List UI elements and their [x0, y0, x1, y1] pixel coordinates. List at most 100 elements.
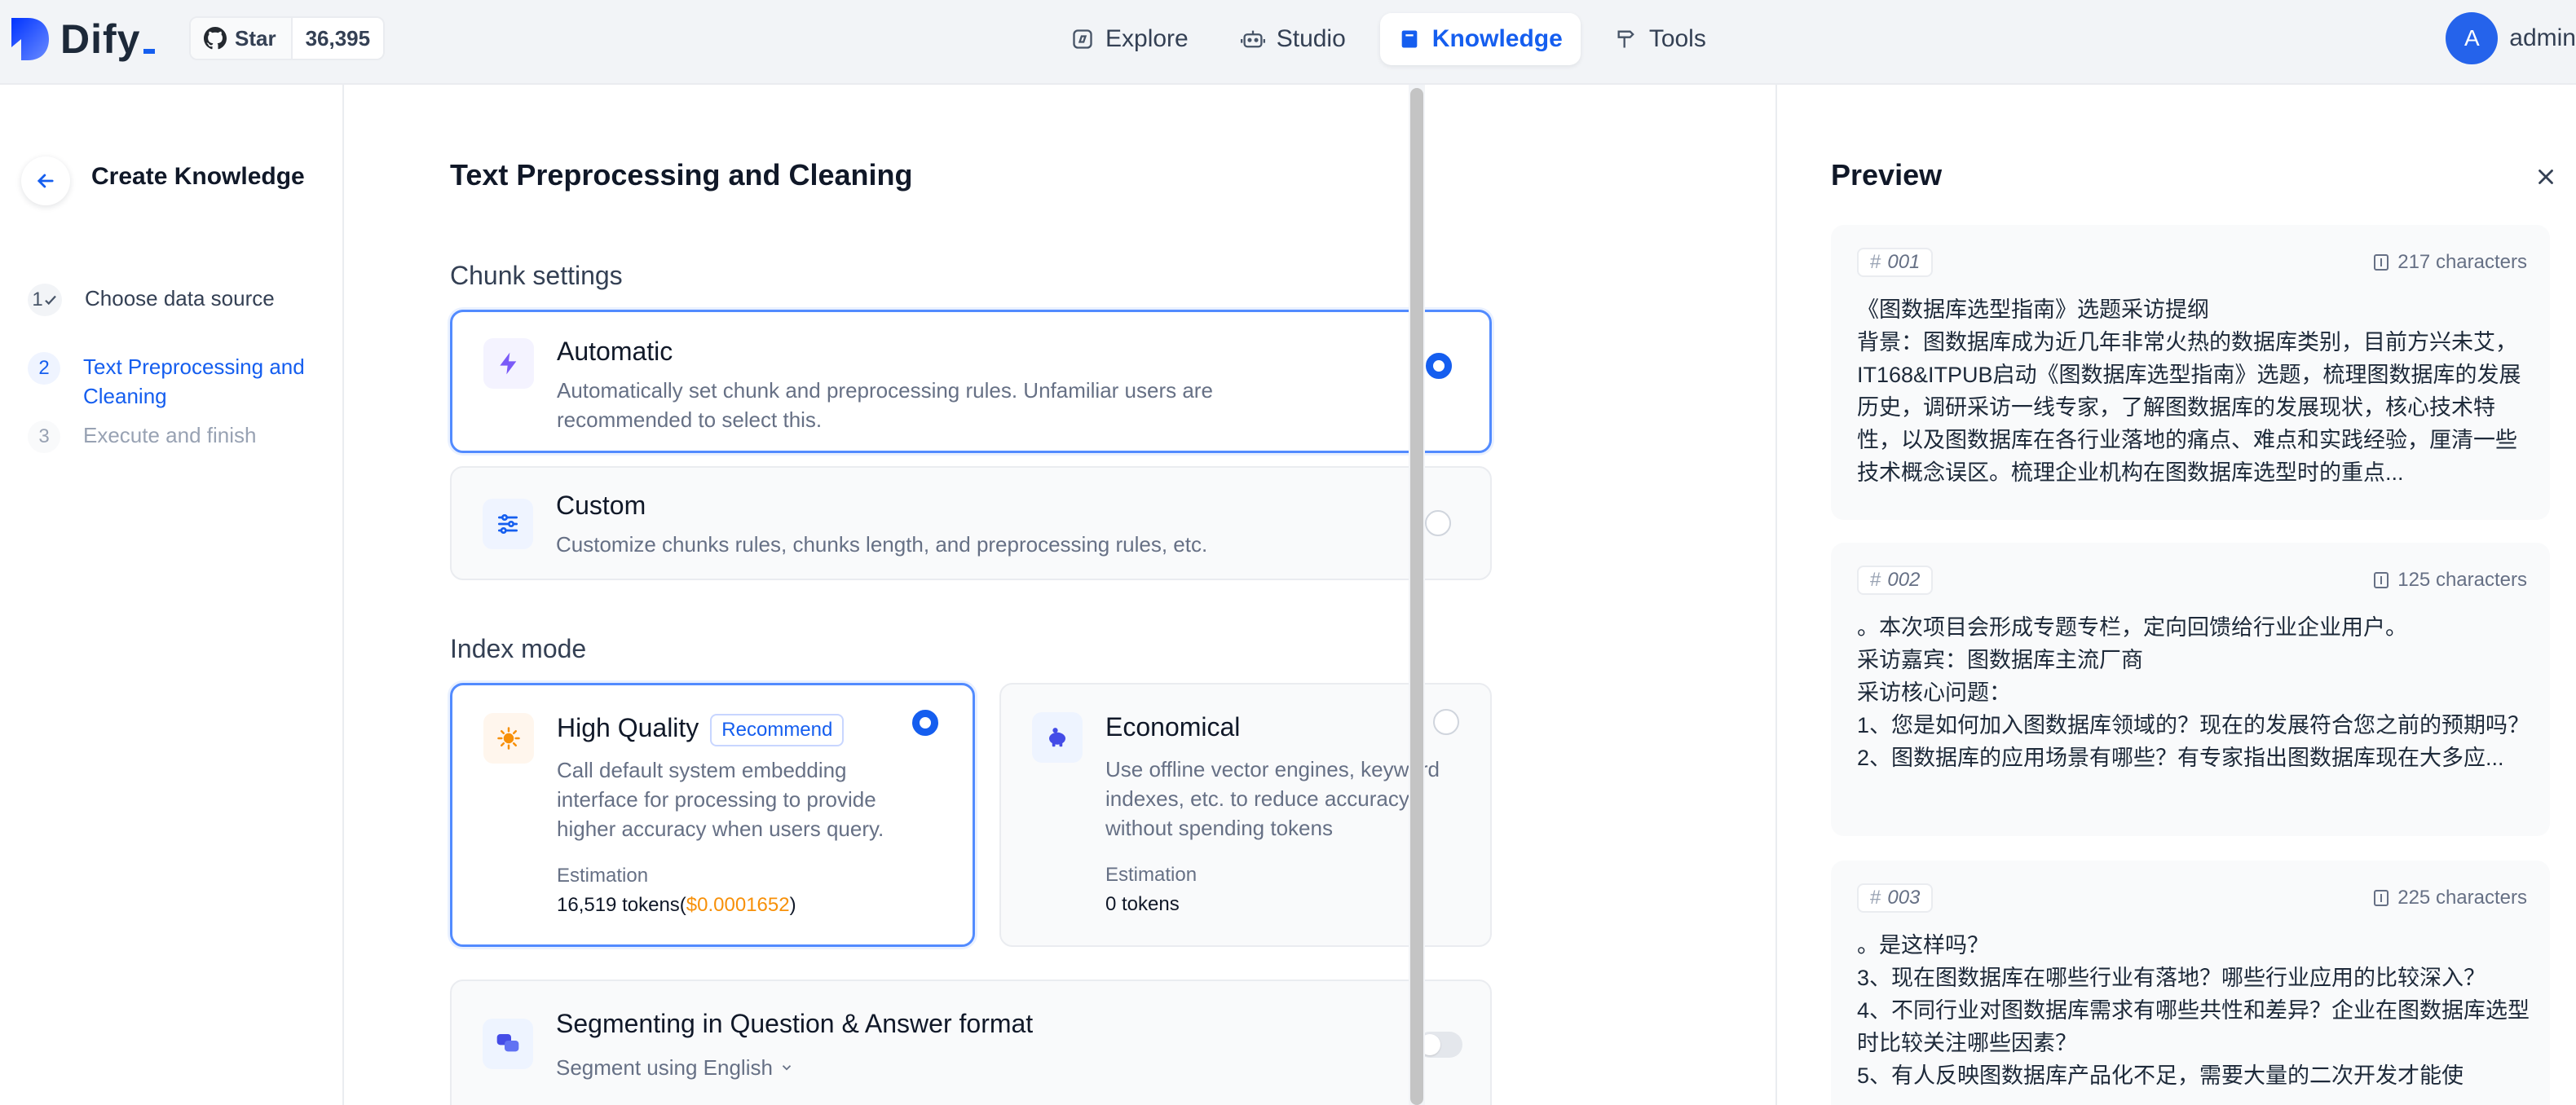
close-icon[interactable] [2534, 165, 2558, 189]
chunk-text: 。本次项目会形成专题专栏，定向回馈给行业企业用户。 采访嘉宾：图数据库主流厂商 … [1857, 615, 2530, 770]
chunk-automatic-radio[interactable] [1426, 353, 1452, 379]
step-choose-data-source[interactable]: 1 Choose data source [28, 284, 275, 316]
arrow-left-icon [34, 169, 57, 192]
nav-explore[interactable]: Explore [1053, 13, 1206, 65]
main-nav: Explore Studio Knowledge Tools [1053, 13, 1724, 65]
index-high-quality-estimation-label: Estimation [557, 865, 649, 887]
chunk-chars-label: 217 characters [2397, 251, 2527, 273]
user-menu[interactable]: A admin [2446, 11, 2576, 65]
preview-title: Preview [1831, 158, 1943, 192]
back-button[interactable] [21, 156, 70, 205]
nav-tools-label: Tools [1648, 25, 1706, 52]
index-economical-estimation-label: Estimation [1105, 864, 1198, 886]
index-economical-estimation-value: 0 tokens [1105, 893, 1180, 915]
chunk-id-badge: # 003 [1857, 883, 1934, 913]
chunk-automatic-description: Automatically set chunk and preprocessin… [557, 378, 1213, 432]
chunk-settings-heading: Chunk settings [450, 261, 623, 290]
index-high-quality-radio[interactable] [912, 710, 938, 736]
stepper-title: Create Knowledge [91, 163, 305, 190]
hash-icon: # [1870, 251, 1881, 273]
check-icon [43, 293, 58, 307]
github-star-count: 36,395 [305, 25, 371, 51]
index-economical-radio[interactable] [1433, 709, 1459, 735]
chunk-custom-option[interactable]: Custom Customize chunks rules, chunks le… [450, 466, 1492, 580]
compass-icon [1071, 28, 1094, 51]
index-high-quality-title: High Quality Recommend [557, 713, 845, 746]
recommend-badge: Recommend [710, 713, 845, 746]
sun-icon [483, 713, 534, 764]
qa-format-title: Segmenting in Question & Answer format [556, 1009, 1034, 1038]
index-high-quality-description: Call default system embedding interface … [557, 758, 884, 841]
chunk-automatic-option[interactable]: Automatic Automatically set chunk and pr… [450, 310, 1492, 453]
chunk-automatic-title: Automatic [557, 337, 673, 366]
index-high-quality-title-text: High Quality [557, 713, 699, 742]
lightning-icon [483, 338, 534, 389]
step-1-number: 1 [32, 288, 43, 310]
preview-chunk: # 002 125 characters 。本次项目会形成专题专栏，定向回馈给行… [1831, 543, 2550, 836]
chunk-chars-label: 225 characters [2397, 887, 2527, 909]
chunk-char-count: 217 characters [2373, 251, 2527, 274]
chunk-id-badge: # 001 [1857, 248, 1934, 277]
dify-logo[interactable]: Dify [10, 15, 156, 64]
step-execute-and-finish: 3 Execute and finish [28, 420, 256, 453]
chunk-id-badge: # 002 [1857, 566, 1934, 595]
index-high-quality-option[interactable]: High Quality Recommend Call default syste… [450, 683, 975, 947]
step-2-number: 2 [28, 352, 60, 385]
estimation-cost: $0.0001652 [686, 894, 790, 916]
robot-icon [1240, 28, 1265, 51]
github-icon [204, 27, 227, 50]
qa-language-select[interactable]: Segment using English [556, 1053, 794, 1082]
preview-chunk: # 003 225 characters 。是这样吗？ 3、现在图数据库在哪些行… [1831, 861, 2550, 1105]
index-economical-title: Economical [1105, 712, 1241, 742]
preview-chunk: # 001 217 characters 《图数据库选型指南》选题采访提纲 背景… [1831, 225, 2550, 520]
nav-tools[interactable]: Tools [1597, 13, 1724, 65]
qa-format-option: Segmenting in Question & Answer format S… [450, 980, 1492, 1105]
estimation-close: ) [789, 894, 796, 916]
nav-knowledge[interactable]: Knowledge [1379, 13, 1581, 65]
document-icon [2373, 889, 2389, 907]
chunk-chars-label: 125 characters [2397, 569, 2527, 591]
chunk-text: 《图数据库选型指南》选题采访提纲 背景：图数据库成为近几年非常火热的数据库类别，… [1857, 297, 2521, 485]
estimation-tokens: 16,519 tokens( [557, 894, 686, 916]
top-nav-bar: Dify Star 36,395 Explore Studio Knowledg… [0, 0, 2576, 85]
book-icon [1398, 28, 1421, 51]
preview-panel: Preview # 001 217 characters 《图数据库选型指南》选… [1775, 85, 2576, 1105]
create-knowledge-stepper: Create Knowledge 1 Choose data source 2 … [0, 85, 344, 1105]
qa-language-label: Segment using English [556, 1055, 773, 1080]
github-star-button[interactable]: Star 36,395 [189, 16, 386, 60]
logo-cursor [143, 49, 156, 54]
hash-icon: # [1870, 887, 1881, 909]
step-text-preprocessing: 2 Text Preprocessing and Cleaning [28, 352, 328, 411]
main-panel: Text Preprocessing and Cleaning Chunk se… [346, 85, 1751, 1105]
dify-logo-mark [10, 15, 51, 64]
dify-logo-text: Dify [60, 16, 141, 62]
chevron-down-icon [779, 1060, 794, 1075]
chunk-char-count: 225 characters [2373, 887, 2527, 909]
nav-explore-label: Explore [1105, 25, 1189, 52]
hash-icon: # [1870, 569, 1881, 591]
nav-studio[interactable]: Studio [1223, 13, 1364, 65]
chat-bubbles-icon [483, 1019, 533, 1069]
hammer-icon [1615, 28, 1638, 51]
chunk-id: 002 [1887, 569, 1921, 591]
github-star-label-box[interactable]: Star [191, 18, 293, 59]
main-scrollbar-thumb[interactable] [1410, 88, 1423, 1105]
index-mode-heading: Index mode [450, 634, 587, 663]
chunk-id: 001 [1887, 251, 1921, 273]
page-title: Text Preprocessing and Cleaning [450, 158, 913, 192]
step-3-number: 3 [28, 420, 60, 453]
nav-knowledge-label: Knowledge [1431, 25, 1563, 52]
index-high-quality-estimation-value: 16,519 tokens($0.0001652) [557, 894, 796, 917]
sliders-icon [483, 499, 533, 549]
chunk-text: 。是这样吗？ 3、现在图数据库在哪些行业有落地？哪些行业应用的比较深入？ 4、不… [1857, 933, 2530, 1088]
chunk-custom-radio[interactable] [1425, 510, 1451, 536]
step-1-indicator: 1 [28, 284, 62, 316]
github-star-label: Star [235, 25, 276, 51]
piggy-bank-icon [1032, 712, 1083, 763]
step-2-label: Text Preprocessing and Cleaning [83, 354, 305, 408]
chunk-id: 003 [1887, 887, 1921, 909]
chunk-custom-title: Custom [556, 491, 646, 520]
user-name[interactable]: admin [2509, 24, 2576, 52]
document-icon [2373, 571, 2389, 589]
avatar[interactable]: A [2446, 12, 2499, 64]
